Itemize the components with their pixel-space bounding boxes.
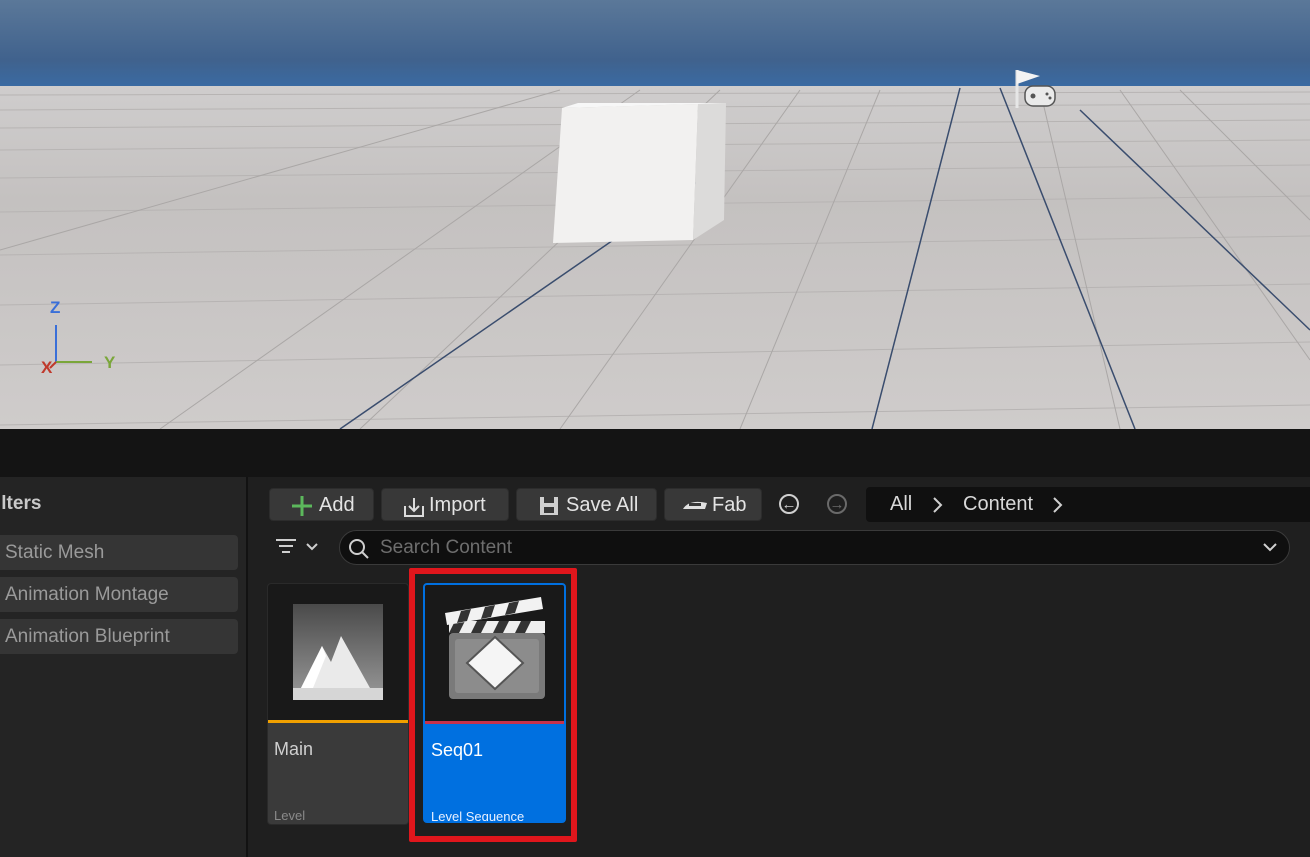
save-icon: [538, 489, 560, 533]
axis-y-label: Y: [104, 353, 116, 372]
filter-static-mesh[interactable]: Static Mesh: [0, 535, 238, 570]
breadcrumb-all[interactable]: All: [890, 487, 912, 522]
filter-animation-blueprint[interactable]: Animation Blueprint: [0, 619, 238, 654]
fab-label: Fab: [712, 494, 747, 516]
panel-divider: [0, 429, 1310, 477]
fab-icon: [681, 489, 709, 533]
asset-name: Main: [274, 739, 314, 759]
level-icon: [293, 604, 383, 700]
fab-button[interactable]: Fab: [664, 488, 762, 521]
chevron-right-icon[interactable]: [930, 487, 946, 534]
import-label: Import: [429, 494, 486, 516]
axis-x-label: X: [41, 358, 53, 377]
floor-grid: [0, 70, 1310, 429]
search-icon: [349, 539, 369, 559]
asset-tile-main[interactable]: Main Level: [267, 583, 409, 825]
player-start-icon[interactable]: [1015, 70, 1056, 108]
asset-type: Level: [274, 808, 306, 823]
chevron-down-icon[interactable]: [1261, 541, 1279, 555]
search-input[interactable]: Search Content: [339, 530, 1290, 565]
breadcrumb: All Content: [866, 487, 1310, 522]
back-arrow-icon[interactable]: ←: [779, 494, 799, 514]
level-viewport[interactable]: Z X Y: [0, 0, 1310, 429]
plus-icon: [291, 489, 313, 533]
forward-arrow-icon[interactable]: →: [827, 494, 847, 514]
filter-icon: [276, 539, 318, 553]
breadcrumb-content[interactable]: Content: [963, 487, 1033, 522]
content-browser: ilters Static Mesh Animation Montage Ani…: [0, 477, 1310, 857]
axis-z-label: Z: [50, 298, 61, 317]
asset-thumbnail: [268, 584, 408, 723]
import-icon: [401, 489, 427, 533]
filters-panel: ilters Static Mesh Animation Montage Ani…: [0, 477, 248, 857]
import-button[interactable]: Import: [381, 488, 509, 521]
save-all-label: Save All: [566, 494, 639, 516]
add-button[interactable]: Add: [269, 488, 374, 521]
filter-animation-montage[interactable]: Animation Montage: [0, 577, 238, 612]
save-all-button[interactable]: Save All: [516, 488, 657, 521]
chevron-right-icon[interactable]: [1050, 487, 1066, 534]
highlight-box: [409, 568, 577, 842]
axis-gizmo: [49, 325, 92, 369]
filter-dropdown-button[interactable]: [274, 533, 324, 563]
search-placeholder: Search Content: [380, 537, 513, 558]
add-label: Add: [319, 494, 355, 516]
filters-title: ilters: [0, 493, 42, 514]
